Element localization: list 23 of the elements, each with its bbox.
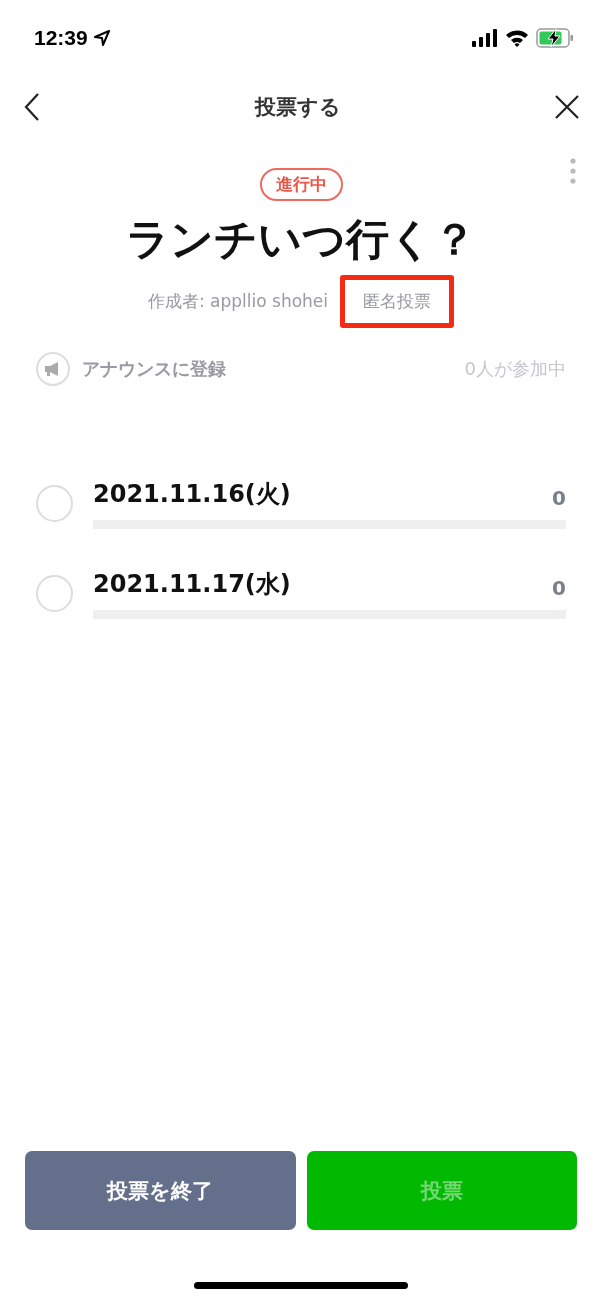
radio-button[interactable] (36, 484, 73, 522)
status-badge: 進行中 (259, 168, 343, 201)
vote-count: 0 (552, 575, 566, 600)
back-icon[interactable] (22, 92, 42, 122)
announce-label[interactable]: アナウンスに登録 (82, 357, 453, 381)
vote-count: 0 (552, 485, 566, 510)
close-icon[interactable] (554, 94, 580, 120)
wifi-icon (505, 29, 529, 47)
highlighted-anonymous-label: 匿名投票 (340, 275, 455, 328)
location-arrow-icon (93, 30, 110, 46)
end-poll-button[interactable]: 投票を終了 (25, 1151, 296, 1230)
creator-label: 作成者: appllio shohei (147, 290, 329, 313)
signal-icon (472, 29, 498, 47)
radio-button[interactable] (36, 574, 73, 612)
poll-title: ランチいつ行く？ (125, 213, 477, 266)
status-time: 12:39 (34, 26, 88, 50)
battery-charging-icon (536, 28, 574, 48)
more-icon[interactable] (570, 158, 576, 184)
megaphone-icon[interactable] (36, 352, 70, 386)
screen-title: 投票する (255, 94, 341, 121)
option-label: 2021.11.17(水) (93, 568, 291, 600)
participants-count: 0人が参加中 (464, 357, 566, 381)
option-label: 2021.11.16(火) (93, 478, 291, 510)
